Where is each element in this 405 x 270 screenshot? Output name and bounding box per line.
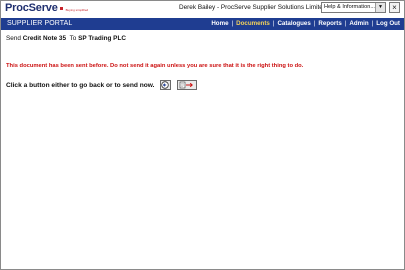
document-name: Credit Note 35 xyxy=(22,35,67,42)
nav-separator: | xyxy=(313,20,316,27)
nav-separator: | xyxy=(272,20,275,27)
nav-log-out[interactable]: Log Out xyxy=(376,20,400,27)
close-button[interactable]: × xyxy=(389,2,400,13)
navigation-bar: SUPPLIER PORTAL Home | Documents | Catal… xyxy=(1,18,404,30)
portal-title: SUPPLIER PORTAL xyxy=(7,20,73,27)
user-info: Derek Bailey - ProcServe Supplier Soluti… xyxy=(179,4,327,11)
nav-admin[interactable]: Admin xyxy=(349,20,368,27)
nav-separator: | xyxy=(231,20,234,27)
recipient-name: SP Trading PLC xyxy=(78,35,126,42)
top-bar: ProcServe Buying simplified Derek Bailey… xyxy=(1,1,404,18)
action-prompt: Click a button either to go back or to s… xyxy=(6,81,155,89)
send-prefix: Send xyxy=(6,35,21,42)
nav-separator: | xyxy=(344,20,347,27)
nav-home[interactable]: Home xyxy=(211,20,228,27)
procserve-logo: ProcServe Buying simplified xyxy=(5,2,88,17)
help-select-value: Help & Information... xyxy=(324,4,375,10)
back-arrow-icon xyxy=(161,81,169,89)
dropdown-arrow-icon[interactable]: ▼ xyxy=(375,3,385,12)
nav-reports[interactable]: Reports xyxy=(318,20,341,27)
logo-mark-icon xyxy=(59,7,63,10)
help-select[interactable]: Help & Information... ▼ xyxy=(321,2,386,13)
resend-warning: This document has been sent before. Do n… xyxy=(6,63,304,69)
nav-links: Home | Documents | Catalogues | Reports … xyxy=(211,20,400,27)
nav-catalogues[interactable]: Catalogues xyxy=(277,20,310,27)
logo-text: ProcServe xyxy=(5,2,58,14)
logo-tagline: Buying simplified xyxy=(65,8,89,12)
send-summary: Send Credit Note 35 To SP Trading PLC xyxy=(6,35,126,42)
nav-documents[interactable]: Documents xyxy=(236,20,270,27)
send-button[interactable] xyxy=(176,80,197,90)
nav-separator: | xyxy=(371,20,374,27)
back-button[interactable] xyxy=(159,80,171,90)
browser-frame: ProcServe Buying simplified Derek Bailey… xyxy=(0,0,405,270)
send-document-icon xyxy=(179,81,193,89)
to-label: To xyxy=(69,35,77,42)
action-row: Click a button either to go back or to s… xyxy=(6,79,197,91)
